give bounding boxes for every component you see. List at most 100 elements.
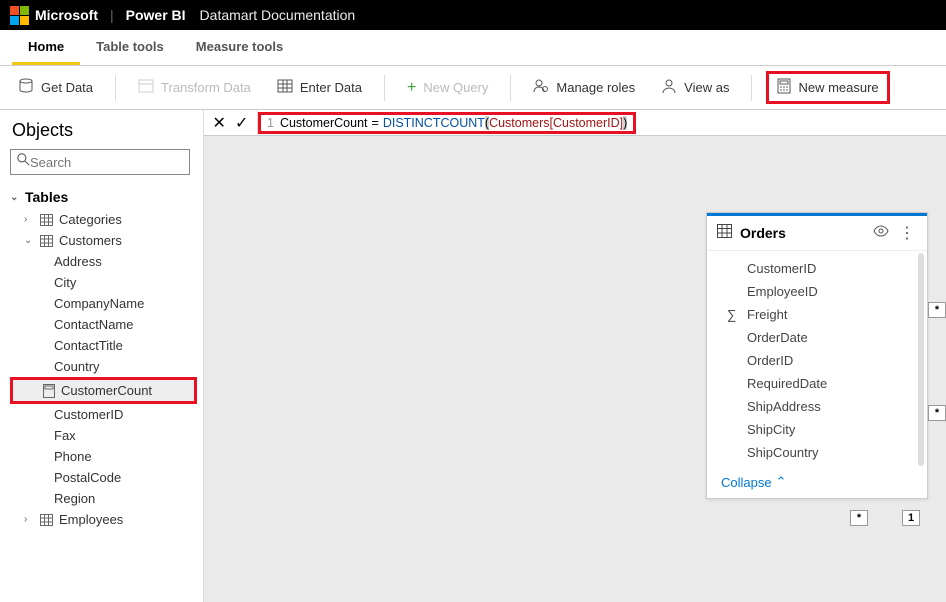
- card-scrollbar[interactable]: [918, 253, 924, 466]
- app-header: Microsoft | Power BI Datamart Documentat…: [0, 0, 946, 30]
- formula-content: 1 CustomerCount = DISTINCTCOUNT ( Custom…: [258, 112, 636, 134]
- sidebar-title: Objects: [10, 118, 197, 149]
- manage-roles-label: Manage roles: [556, 80, 635, 95]
- column-country[interactable]: Country: [10, 356, 197, 377]
- enter-data-label: Enter Data: [300, 80, 362, 95]
- measure-customercount[interactable]: CustomerCount: [10, 377, 197, 404]
- table-categories[interactable]: › Categories: [10, 209, 197, 230]
- formula-equals: =: [372, 116, 379, 130]
- tables-label: Tables: [25, 189, 68, 205]
- brand-label: Microsoft: [35, 7, 98, 23]
- field-customerid[interactable]: CustomerID: [707, 257, 927, 280]
- new-measure-button[interactable]: New measure: [766, 71, 889, 104]
- tab-measure-tools[interactable]: Measure tools: [180, 30, 299, 65]
- visibility-icon[interactable]: [873, 224, 889, 242]
- relation-many-marker: *: [928, 405, 946, 421]
- calculator-icon: [43, 384, 55, 398]
- microsoft-logo-icon: [10, 6, 29, 25]
- column-fax[interactable]: Fax: [10, 425, 197, 446]
- formula-bar: ✕ ✓ 1 CustomerCount = DISTINCTCOUNT ( Cu…: [204, 110, 946, 136]
- table-icon: [40, 235, 53, 247]
- table-name: Customers: [59, 233, 122, 248]
- field-freight[interactable]: Freight: [707, 303, 927, 326]
- field-orderid[interactable]: OrderID: [707, 349, 927, 372]
- table-customers[interactable]: ⌄ Customers: [10, 230, 197, 251]
- toolbar-separator: [384, 75, 385, 101]
- column-region[interactable]: Region: [10, 488, 197, 509]
- plus-icon: +: [407, 79, 416, 97]
- collapse-button[interactable]: Collapse ⌃: [707, 468, 927, 498]
- table-employees[interactable]: › Employees: [10, 509, 197, 530]
- person-icon: [661, 78, 677, 97]
- objects-sidebar: Objects ⌄ Tables › Categories ⌄ Customer…: [0, 110, 204, 602]
- app-name-label: Power BI: [126, 7, 186, 23]
- tables-group[interactable]: ⌄ Tables: [10, 185, 197, 209]
- card-title: Orders: [740, 225, 865, 241]
- field-requireddate[interactable]: RequiredDate: [707, 372, 927, 395]
- formula-measure-name: CustomerCount: [280, 116, 368, 130]
- collapse-label: Collapse: [721, 475, 772, 490]
- manage-roles-button[interactable]: Manage roles: [525, 73, 643, 102]
- chevron-right-icon: ›: [24, 214, 34, 225]
- field-shipcity[interactable]: ShipCity: [707, 418, 927, 441]
- toolbar-separator: [115, 75, 116, 101]
- card-header: Orders ⋮: [707, 216, 927, 251]
- table-icon: [717, 224, 732, 243]
- roles-icon: [533, 78, 549, 97]
- search-input[interactable]: [30, 155, 183, 170]
- model-canvas[interactable]: ✕ ✓ 1 CustomerCount = DISTINCTCOUNT ( Cu…: [204, 110, 946, 602]
- toolbar-separator: [510, 75, 511, 101]
- field-employeeid[interactable]: EmployeeID: [707, 280, 927, 303]
- table-name: Employees: [59, 512, 123, 527]
- view-as-label: View as: [684, 80, 729, 95]
- header-divider: |: [110, 7, 114, 23]
- relation-many-marker: *: [850, 510, 868, 526]
- measure-label: CustomerCount: [61, 383, 152, 398]
- column-phone[interactable]: Phone: [10, 446, 197, 467]
- field-shipaddress[interactable]: ShipAddress: [707, 395, 927, 418]
- calculator-icon: [777, 78, 791, 97]
- tab-home[interactable]: Home: [12, 30, 80, 65]
- relation-many-marker: *: [928, 302, 946, 318]
- view-as-button[interactable]: View as: [653, 73, 737, 102]
- column-city[interactable]: City: [10, 272, 197, 293]
- tables-tree: ⌄ Tables › Categories ⌄ Customers Addres…: [10, 185, 197, 530]
- formula-function: DISTINCTCOUNT: [383, 116, 485, 130]
- more-options-icon[interactable]: ⋮: [897, 223, 917, 243]
- search-box[interactable]: [10, 149, 190, 175]
- column-contacttitle[interactable]: ContactTitle: [10, 335, 197, 356]
- chevron-down-icon: ⌄: [10, 192, 20, 203]
- formula-actions: ✕ ✓: [204, 110, 258, 135]
- line-number: 1: [267, 116, 274, 130]
- formula-input[interactable]: 1 CustomerCount = DISTINCTCOUNT ( Custom…: [258, 110, 946, 135]
- column-customerid[interactable]: CustomerID: [10, 404, 197, 425]
- column-companyname[interactable]: CompanyName: [10, 293, 197, 314]
- column-address[interactable]: Address: [10, 251, 197, 272]
- main-area: Objects ⌄ Tables › Categories ⌄ Customer…: [0, 110, 946, 602]
- transform-icon: [138, 78, 154, 97]
- relation-one-marker: 1: [902, 510, 920, 526]
- card-fields: CustomerID EmployeeID Freight OrderDate …: [707, 251, 927, 468]
- chevron-right-icon: ›: [24, 514, 34, 525]
- cancel-formula-icon[interactable]: ✕: [213, 113, 226, 133]
- column-contactname[interactable]: ContactName: [10, 314, 197, 335]
- new-measure-label: New measure: [798, 80, 878, 95]
- document-title: Datamart Documentation: [200, 7, 356, 23]
- database-icon: [18, 78, 34, 97]
- commit-formula-icon[interactable]: ✓: [235, 113, 248, 133]
- column-postalcode[interactable]: PostalCode: [10, 467, 197, 488]
- tab-table-tools[interactable]: Table tools: [80, 30, 180, 65]
- enter-data-button[interactable]: Enter Data: [269, 73, 370, 102]
- orders-table-card[interactable]: Orders ⋮ CustomerID EmployeeID Freight O…: [706, 212, 928, 499]
- chevron-down-icon: ⌄: [24, 235, 34, 246]
- formula-reference: Customers[CustomerID]: [489, 116, 623, 130]
- transform-data-label: Transform Data: [161, 80, 251, 95]
- toolbar: Get Data Transform Data Enter Data + New…: [0, 66, 946, 110]
- field-shipcountry[interactable]: ShipCountry: [707, 441, 927, 464]
- ribbon-tabs: Home Table tools Measure tools: [0, 30, 946, 66]
- transform-data-button: Transform Data: [130, 73, 259, 102]
- new-query-label: New Query: [423, 80, 488, 95]
- field-orderdate[interactable]: OrderDate: [707, 326, 927, 349]
- get-data-button[interactable]: Get Data: [10, 73, 101, 102]
- toolbar-separator: [751, 75, 752, 101]
